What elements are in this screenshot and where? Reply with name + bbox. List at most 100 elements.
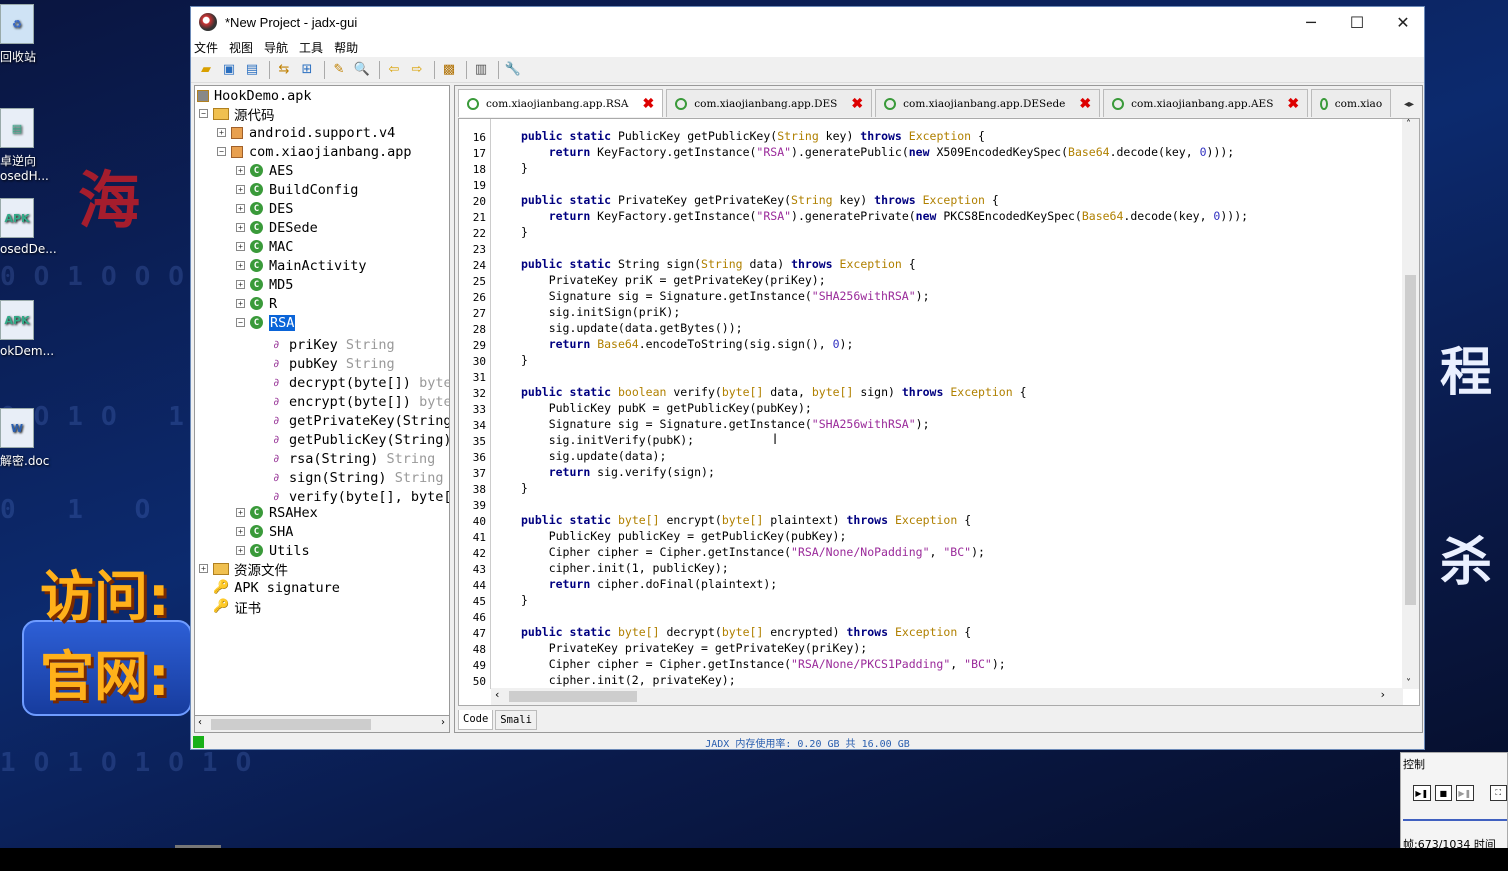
search-icon[interactable]: 🔍 (352, 60, 372, 80)
collapse-icon[interactable]: − (217, 147, 226, 156)
expand-icon[interactable]: + (236, 280, 245, 289)
play-pause-icon[interactable]: ▶❚ (1413, 785, 1431, 801)
scroll-down-icon[interactable]: ˅ (1406, 678, 1411, 689)
tree-class-item[interactable]: + C Utils (236, 541, 310, 560)
expand-icon[interactable]: + (236, 261, 245, 270)
tree-class-item[interactable]: + C RSAHex (236, 503, 318, 522)
scrollbar-thumb[interactable] (1405, 275, 1416, 605)
log-viewer-icon[interactable]: ▥ (471, 60, 491, 80)
scrollbar-thumb[interactable] (211, 719, 371, 730)
tree-class-item[interactable]: + C MainActivity (236, 256, 367, 275)
open-file-icon[interactable]: ▰ (196, 60, 216, 80)
tree-member[interactable]: ∂ decrypt(byte[]) byte (273, 373, 449, 392)
code-editor[interactable]: 16 17 18 19 20 21 22 23 24 25 26 27 28 2… (458, 118, 1420, 706)
title-bar[interactable]: *New Project - jadx-gui ─ ☐ ✕ (191, 7, 1424, 37)
stop-icon[interactable]: ■ (1434, 785, 1452, 801)
close-button[interactable]: ✕ (1380, 7, 1426, 37)
expand-icon[interactable]: + (236, 299, 245, 308)
tree-member[interactable]: ∂ sign(String) String (273, 468, 443, 487)
tree-class-item[interactable]: + C AES (236, 161, 293, 180)
tree-root[interactable]: HookDemo.apk (197, 86, 312, 105)
tab-partial[interactable]: com.xiao (1311, 89, 1392, 117)
deobfuscation-icon[interactable]: ▩ (439, 60, 459, 80)
tree-member[interactable]: ∂ pubKey String (273, 354, 395, 373)
tree-class-item[interactable]: + C R (236, 294, 277, 313)
menu-view[interactable]: 视图 (229, 39, 253, 56)
maximize-button[interactable]: ☐ (1334, 7, 1380, 37)
scroll-left-icon[interactable]: ‹ (495, 688, 499, 701)
tree-class-item[interactable]: + C SHA (236, 522, 293, 541)
code-vertical-scrollbar[interactable]: ˄ ˅ (1402, 119, 1419, 689)
tab-desede[interactable]: com.xiaojianbang.app.DESede ✖ (875, 89, 1101, 117)
tab-scroll-arrows-icon[interactable]: ◂▸ (1404, 99, 1414, 110)
menu-help[interactable]: 帮助 (334, 39, 358, 56)
scroll-left-icon[interactable]: ‹ (198, 717, 202, 728)
forward-arrow-icon[interactable]: ⇨ (407, 60, 427, 80)
sync-icon[interactable]: ⇆ (274, 60, 294, 80)
tree-class-item[interactable]: + C DESede (236, 218, 318, 237)
tree-apk-signature[interactable]: 🔑 APK signature (213, 578, 340, 597)
flat-packages-icon[interactable]: ⊞ (297, 60, 317, 80)
tab-smali[interactable]: Smali (495, 710, 537, 730)
expand-icon[interactable]: + (199, 564, 208, 573)
tree-member[interactable]: ∂ getPrivateKey(String (273, 411, 449, 430)
step-icon[interactable]: ▶❚ (1456, 785, 1474, 801)
minimize-button[interactable]: ─ (1288, 7, 1334, 37)
tree-resources[interactable]: + 资源文件 (199, 559, 288, 579)
tree-class-rsa-selected[interactable]: − C RSA (236, 313, 296, 332)
collapse-icon[interactable]: − (236, 318, 245, 327)
scroll-up-icon[interactable]: ˄ (1406, 119, 1411, 130)
desktop-icon-apk[interactable]: APK okDem... (0, 300, 60, 358)
tree-member[interactable]: ∂ rsa(String) String (273, 449, 435, 468)
tree-class-item[interactable]: + C MD5 (236, 275, 293, 294)
project-tree[interactable]: HookDemo.apk − 源代码 + android.support.v4 … (194, 85, 450, 733)
expand-icon[interactable]: + (236, 204, 245, 213)
tree-horizontal-scrollbar[interactable]: ‹ › (194, 715, 450, 733)
preferences-wrench-icon[interactable]: 🔧 (503, 60, 523, 80)
tree-certificate[interactable]: 🔑 证书 (213, 597, 261, 617)
tab-aes[interactable]: com.xiaojianbang.app.AES ✖ (1103, 89, 1309, 117)
add-files-icon[interactable]: ▣ (219, 60, 239, 80)
back-arrow-icon[interactable]: ⇦ (384, 60, 404, 80)
tree-member[interactable]: ∂ getPublicKey(String) (273, 430, 449, 449)
tree-member[interactable]: ∂ encrypt(byte[]) byte (273, 392, 449, 411)
playback-progress-bar[interactable] (1403, 815, 1507, 821)
tab-des[interactable]: com.xiaojianbang.app.DES ✖ (666, 89, 873, 117)
tab-rsa[interactable]: com.xiaojianbang.app.RSA ✖ (458, 89, 664, 117)
menu-tools[interactable]: 工具 (299, 39, 323, 56)
code-horizontal-scrollbar[interactable]: ‹ › (491, 688, 1403, 705)
expand-icon[interactable]: + (236, 508, 245, 517)
scroll-right-icon[interactable]: › (1381, 688, 1385, 701)
expand-icon[interactable]: + (217, 128, 226, 137)
expand-icon[interactable]: + (236, 242, 245, 251)
tree-class-item[interactable]: + C DES (236, 199, 293, 218)
tree-package-app[interactable]: − com.xiaojianbang.app (217, 142, 412, 161)
desktop-icon-doc[interactable]: W 解密.doc (0, 408, 60, 469)
tree-package-android-support[interactable]: + android.support.v4 (217, 123, 395, 142)
expand-icon[interactable]: + (236, 166, 245, 175)
search-text-icon[interactable]: ✎ (329, 60, 349, 80)
close-tab-icon[interactable]: ✖ (1287, 96, 1299, 112)
menu-navigate[interactable]: 导航 (264, 39, 288, 56)
close-tab-icon[interactable]: ✖ (643, 96, 655, 112)
tree-member[interactable]: ∂ priKey String (273, 335, 395, 354)
tree-class-item[interactable]: + C MAC (236, 237, 293, 256)
scroll-right-icon[interactable]: › (441, 717, 445, 728)
expand-icon[interactable]: + (236, 546, 245, 555)
fullscreen-icon[interactable]: ⛶ (1489, 785, 1507, 801)
tree-class-item[interactable]: + C BuildConfig (236, 180, 358, 199)
expand-icon[interactable]: + (236, 185, 245, 194)
scrollbar-thumb[interactable] (509, 691, 637, 702)
save-all-icon[interactable]: ▤ (242, 60, 262, 80)
desktop-icon-apk[interactable]: APK osedDe... (0, 198, 60, 256)
menu-file[interactable]: 文件 (194, 39, 218, 56)
collapse-icon[interactable]: − (199, 109, 208, 118)
close-tab-icon[interactable]: ✖ (1079, 96, 1091, 112)
expand-icon[interactable]: + (236, 527, 245, 536)
expand-icon[interactable]: + (236, 223, 245, 232)
tree-source-code[interactable]: − 源代码 (199, 104, 275, 124)
desktop-icon-app[interactable]: ▤ 卓逆向 osedH... (0, 108, 60, 183)
desktop-icon-recycle-bin[interactable]: ♻ 回收站 (0, 4, 60, 65)
close-tab-icon[interactable]: ✖ (851, 96, 863, 112)
tab-code[interactable]: Code (458, 710, 494, 730)
